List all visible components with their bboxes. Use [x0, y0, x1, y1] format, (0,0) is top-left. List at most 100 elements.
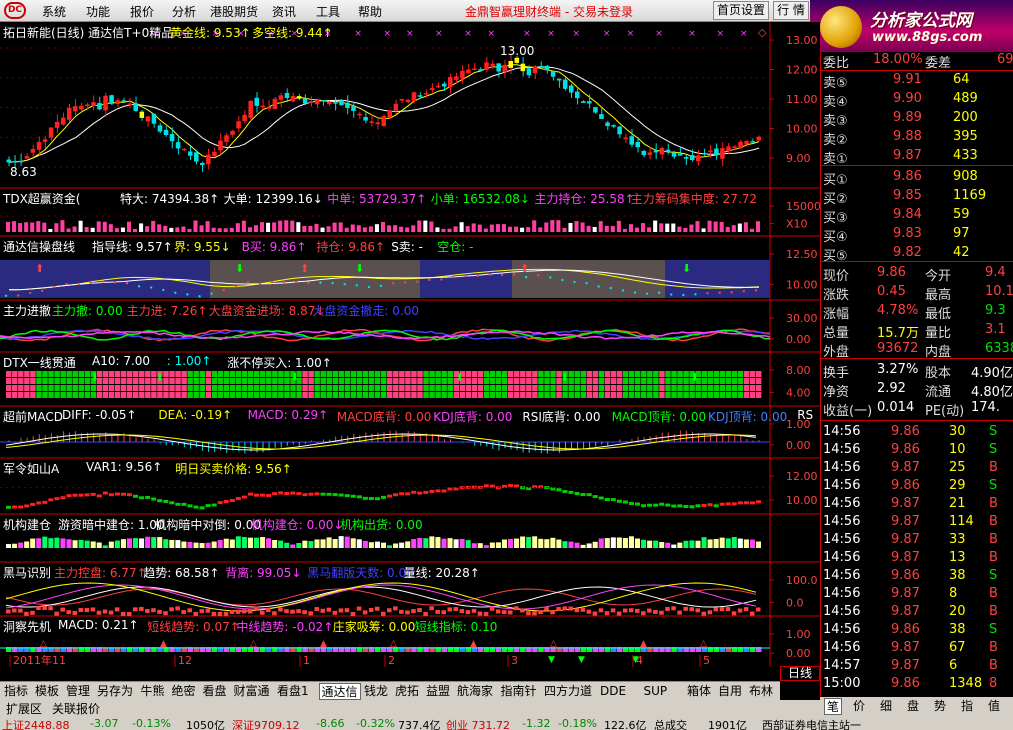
candle-body [6, 159, 12, 163]
tick-price: 9.87 [891, 496, 920, 511]
candle-body [163, 129, 169, 135]
quote-tab-6[interactable]: 值 [986, 698, 1002, 715]
template-tab-1[interactable]: 模板 [33, 683, 61, 700]
candle-body [417, 95, 423, 97]
quote-tab-0[interactable]: 笔 [824, 698, 843, 715]
darkhorse-bar [102, 609, 108, 614]
template-tab-14[interactable]: 指南针 [499, 683, 539, 700]
dtx-block [647, 371, 653, 377]
template-tab-9[interactable]: 通达信 [318, 683, 361, 700]
dtx-block [665, 392, 671, 398]
template-tab-19[interactable]: 自用 [716, 683, 744, 700]
operation-dot [597, 285, 600, 288]
tab-linked-quote[interactable]: 关联报价 [50, 701, 102, 718]
tick-side: S [989, 568, 998, 583]
fund-label: 收益(一) [823, 404, 873, 419]
dtx-block [465, 385, 472, 391]
quote-tab-5[interactable]: 指 [959, 698, 975, 715]
quote-tab-2[interactable]: 细 [878, 698, 894, 715]
dtx-block [326, 385, 332, 391]
dtx-block [610, 392, 617, 398]
template-tab-18[interactable]: 箱体 [685, 683, 713, 700]
menu-function[interactable]: 功能 [86, 3, 110, 20]
indicator-macd-6: MACD顶背: 0.00 [611, 410, 707, 424]
menu-system[interactable]: 系统 [42, 3, 66, 20]
dtx-block [344, 371, 351, 377]
template-tab-16[interactable]: DDE [598, 683, 628, 700]
dtx-block [6, 385, 12, 391]
template-tab-17[interactable]: SUP [642, 683, 670, 700]
template-tab-10[interactable]: 钱龙 [362, 683, 390, 700]
dtx-block [205, 371, 212, 377]
order-price-bar [48, 498, 54, 502]
menu-tools[interactable]: 工具 [316, 3, 340, 20]
template-tab-11[interactable]: 虎拓 [393, 683, 421, 700]
darkhorse-bar [471, 608, 477, 613]
order-price-bar [211, 503, 217, 507]
template-tab-8[interactable]: 看盘1 [275, 683, 311, 700]
dtx-block [175, 385, 181, 391]
indicator-macd-3: MACD底背: 0.00 [336, 410, 432, 424]
dtx-block [399, 378, 405, 384]
menu-help[interactable]: 帮助 [358, 3, 382, 20]
template-tab-15[interactable]: 四方力道 [542, 683, 594, 700]
template-tab-0[interactable]: 指标 [2, 683, 30, 700]
dtx-block [749, 371, 756, 377]
institution-bar [568, 541, 574, 548]
template-tab-6[interactable]: 看盘 [201, 683, 229, 700]
quote-tab-1[interactable]: 价 [851, 698, 867, 715]
dtx-block [550, 371, 556, 377]
tab-extension[interactable]: 扩展区 [4, 701, 44, 718]
dtx-block [574, 392, 580, 398]
dtx-block [217, 378, 224, 384]
template-tab-7[interactable]: 财富通 [232, 683, 272, 700]
template-tab-3[interactable]: 另存为 [95, 683, 135, 700]
sz-pct: -0.32% [356, 717, 395, 730]
tick-volume: 6 [949, 658, 958, 673]
template-tab-4[interactable]: 牛熊 [139, 683, 167, 700]
darkhorse-bar [181, 610, 186, 615]
darkhorse-bar [616, 611, 622, 616]
candle-body [695, 155, 701, 162]
menu-quote[interactable]: 报价 [130, 3, 154, 20]
template-tab-12[interactable]: 益盟 [424, 683, 452, 700]
quote-tab-3[interactable]: 盘 [905, 698, 921, 715]
cy-index[interactable]: 创业 731.72 [446, 717, 510, 730]
panel-toggle-icon: ◇ [758, 26, 767, 39]
volume-bar [181, 226, 186, 232]
institution-bar [145, 536, 151, 548]
period-label[interactable]: 日线 [780, 666, 820, 681]
template-tab-20[interactable]: 布林 [747, 683, 775, 700]
insight-down-marker: ▼ [548, 655, 555, 665]
dtx-block [598, 371, 605, 377]
quote-button[interactable]: 行 情 [773, 1, 809, 20]
darkhorse-line [5, 586, 757, 608]
dtx-block [6, 371, 12, 377]
menu-analysis[interactable]: 分析 [172, 3, 196, 20]
template-tab-2[interactable]: 管理 [64, 683, 92, 700]
dtx-block [641, 392, 647, 398]
volume-bar [211, 227, 216, 232]
dtx-block [320, 385, 326, 391]
home-settings-button[interactable]: 首页设置 [713, 1, 769, 20]
dtx-block [126, 378, 133, 384]
dtx-block [719, 371, 726, 377]
app-logo-icon[interactable]: DC [4, 2, 26, 19]
sz-index[interactable]: 深证9709.12 [232, 717, 300, 730]
volume-bar [387, 225, 392, 232]
volume-bar [157, 224, 162, 232]
quote-tab-4[interactable]: 势 [932, 698, 948, 715]
operation-dot [561, 278, 564, 282]
template-tab-13[interactable]: 航海家 [455, 683, 495, 700]
bid-label: 买③ [823, 211, 848, 226]
institution-bar [483, 545, 489, 548]
order-price-bar [78, 493, 84, 497]
institution-bar [253, 537, 260, 548]
template-tab-5[interactable]: 绝密 [170, 683, 198, 700]
menu-hk-futures[interactable]: 港股期货 [210, 3, 258, 20]
sh-index[interactable]: 上证2448.88 [2, 717, 70, 730]
chart-area[interactable]: 13.00 12.00 11.00 10.00 9.00 15000 X10 12.50 10.… [0, 22, 820, 667]
axis-label-zljc-0: 30.00 [786, 312, 818, 325]
brand-banner[interactable]: 分析家公式网 www.88gs.com [810, 0, 1013, 52]
menu-news[interactable]: 资讯 [272, 3, 296, 20]
